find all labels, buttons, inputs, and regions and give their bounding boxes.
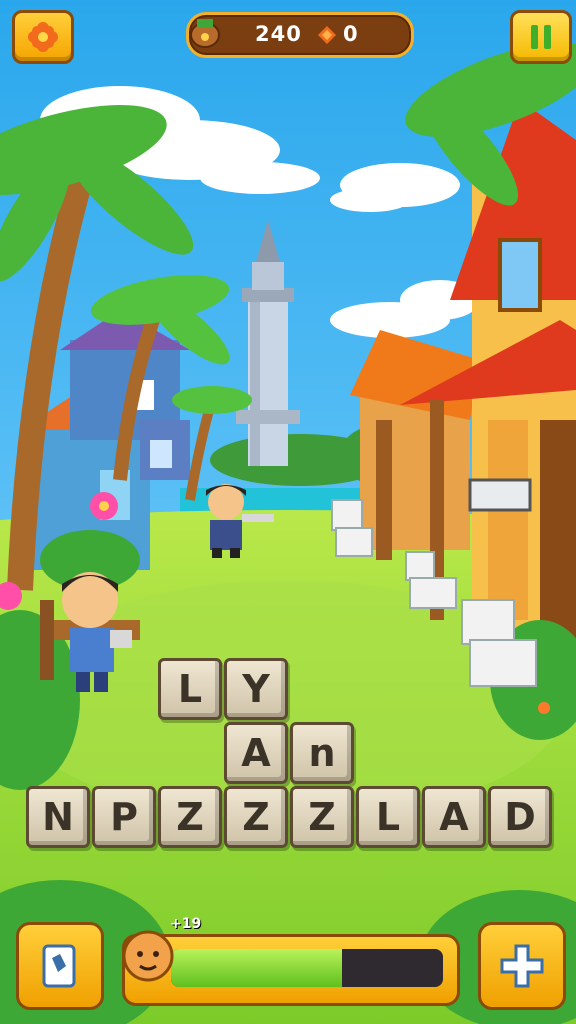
progress-track (171, 949, 443, 987)
letter-tile[interactable]: A (224, 722, 288, 784)
hint-card-icon (42, 944, 76, 988)
hint-button[interactable] (16, 922, 104, 1010)
score-bar: 240 0 (186, 12, 414, 58)
progress-fill (171, 949, 343, 987)
letter-tile[interactable]: L (158, 658, 222, 720)
plus-icon (500, 944, 544, 988)
avatar-face-icon (122, 930, 174, 982)
add-button[interactable] (478, 922, 566, 1010)
letter-tile[interactable]: Y (224, 658, 288, 720)
letter-tile[interactable]: N (26, 786, 90, 848)
letter-tile[interactable]: L (356, 786, 420, 848)
progress-label: +19 (170, 916, 202, 932)
flower-icon (28, 22, 58, 52)
gem-count: 0 (343, 22, 358, 46)
letter-tile[interactable]: Z (224, 786, 288, 848)
letter-tile[interactable]: n (290, 722, 354, 784)
letter-tile[interactable]: A (422, 786, 486, 848)
letter-tile[interactable]: Z (158, 786, 222, 848)
pause-button[interactable] (510, 10, 572, 64)
orange-house-right (350, 330, 480, 560)
letter-tile[interactable]: Z (290, 786, 354, 848)
score-value: 240 (255, 22, 302, 46)
letter-tile[interactable]: D (488, 786, 552, 848)
settings-button[interactable] (12, 10, 74, 64)
game-scene (0, 0, 576, 1024)
pause-icon (531, 25, 551, 49)
letter-tile[interactable]: P (92, 786, 156, 848)
gem-icon (318, 26, 336, 44)
coin-bag-icon (190, 19, 220, 48)
